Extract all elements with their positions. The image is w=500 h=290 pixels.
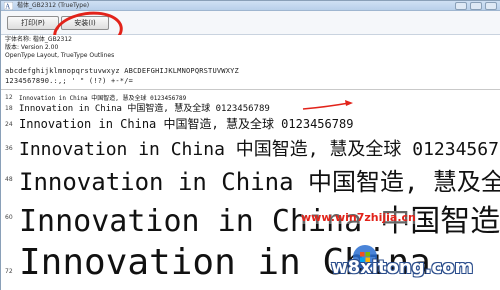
sample-alphabet: abcdefghijklmnopqrstuvwxyz ABCDEFGHIJKLM… [5, 67, 239, 75]
font-version: 版本: Version 2.00 [5, 44, 59, 51]
size-label: 36 [5, 145, 13, 152]
preview-text: Innovation in China 中国智造 [19, 204, 500, 239]
font-viewer-window: A 楷体_GB2312 (TrueType) 打印(P) 安装(I) 字体名称:… [0, 0, 500, 290]
preview-text: Innovation in China 中国智造, 慧及全球 012345678… [19, 117, 354, 131]
window-title: 楷体_GB2312 (TrueType) [17, 2, 90, 9]
font-name: 字体名称: 楷体_GB2312 [5, 36, 72, 43]
sample-digits: 1234567890.:,; ' " (!?) +-*/= [5, 77, 134, 85]
font-type: OpenType Layout, TrueType Outlines [5, 52, 115, 59]
size-label: 60 [5, 214, 13, 221]
preview-row: 48 Innovation in China 中国智造, 慧及全球 [1, 162, 500, 196]
preview-text: Innovation in China 中国智造, 慧及全球 [19, 168, 500, 196]
preview-row: 36 Innovation in China 中国智造, 慧及全球 012345… [1, 135, 500, 160]
preview-row: 60 Innovation in China 中国智造 [1, 196, 500, 239]
window-controls [455, 1, 497, 11]
watermark-top: www.win7zhijia.cn [301, 211, 416, 224]
minimize-button[interactable] [455, 2, 467, 10]
close-button[interactable] [485, 2, 497, 10]
preview-text: Innovation in China 中国智造, 慧及全球 012345678… [19, 139, 500, 160]
print-button[interactable]: 打印(P) [7, 16, 59, 30]
size-label: 72 [5, 268, 13, 275]
title-bar: A 楷体_GB2312 (TrueType) [1, 1, 500, 11]
svg-text:A: A [5, 4, 11, 11]
toolbar: 打印(P) 安装(I) [1, 7, 500, 57]
size-label: 48 [5, 176, 13, 183]
size-label: 18 [5, 105, 13, 112]
size-label: 24 [5, 121, 13, 128]
preview-text: Innovation in China 中国智造, 慧及全球 012345678… [19, 104, 270, 114]
red-arrow-icon [302, 100, 353, 110]
size-label: 12 [5, 94, 13, 101]
font-icon: A [4, 2, 13, 10]
preview-row: 24 Innovation in China 中国智造, 慧及全球 012345… [1, 115, 500, 131]
maximize-button[interactable] [470, 2, 482, 10]
font-info-panel: 字体名称: 楷体_GB2312 版本: Version 2.00 OpenTyp… [1, 35, 500, 91]
watermark-bottom: w8xitong.com [331, 257, 474, 278]
preview-row: 18 Innovation in China 中国智造, 慧及全球 012345… [1, 101, 500, 114]
